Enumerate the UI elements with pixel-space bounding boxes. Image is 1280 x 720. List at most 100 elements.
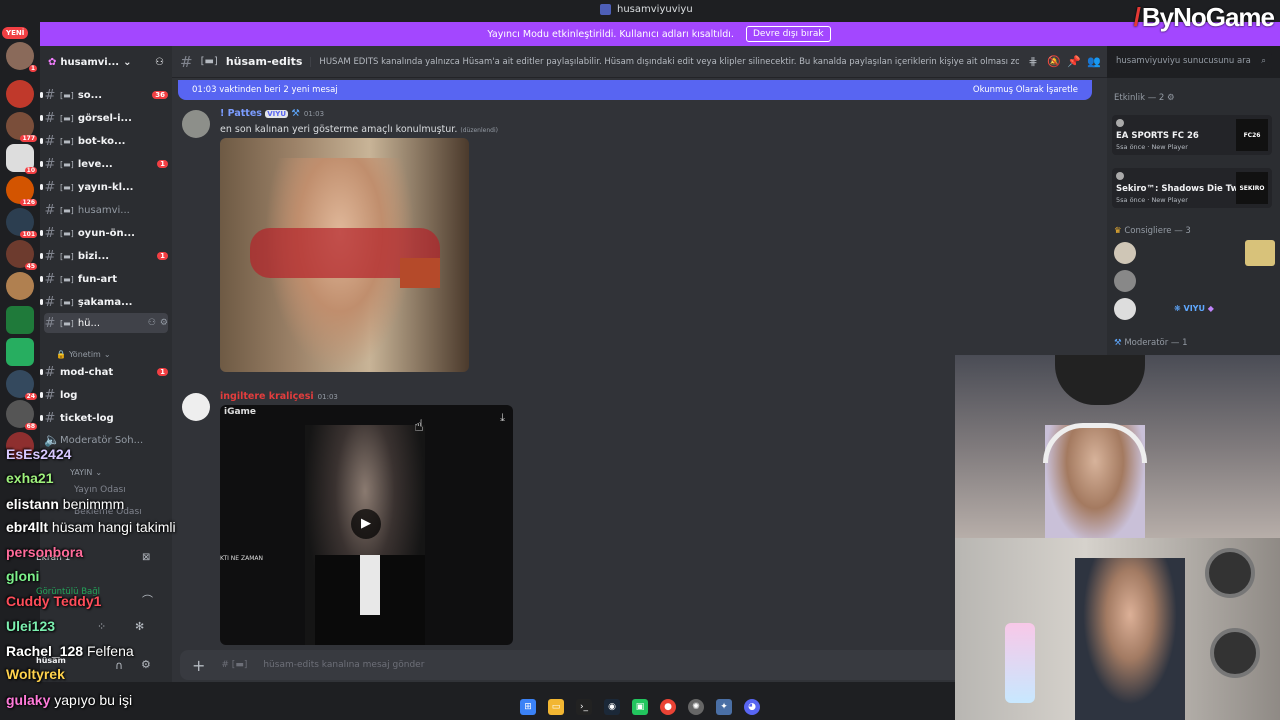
server-icon-3[interactable]: 177 [6,112,37,142]
channel-item[interactable]: # [▬] bot-ko... [40,131,168,151]
chrome-icon[interactable]: ● [660,699,676,715]
server-icon-2[interactable] [6,80,34,108]
server-icon-12[interactable]: 68 [6,400,37,430]
streamer-mode-banner: Yayıncı Modu etkinleştirildi. Kullanıcı … [38,22,1280,46]
message-image-attachment[interactable] [220,138,469,372]
channel-item[interactable]: # ticket-log [40,408,168,428]
server-icon-6[interactable]: 101 [6,208,37,238]
crown-icon: ♛ [1114,226,1122,236]
add-attachment-icon[interactable]: + [192,656,205,675]
member-avatar[interactable] [1114,270,1136,292]
stream-chat-user: exha21 [6,470,54,486]
steam-icon[interactable]: ◉ [604,699,620,715]
channel-topic[interactable]: HÜSAM EDİTS kanalında yalnızca Hüsam'a a… [310,56,1019,67]
avatar[interactable] [182,393,210,421]
terminal-icon[interactable]: ›_ [576,699,592,715]
avatar[interactable] [182,110,210,138]
unread-count-badge: 1 [157,252,168,260]
server-icon-1[interactable]: 1 [6,42,37,72]
play-button[interactable]: ▶ [351,509,381,539]
channel-item[interactable]: # [▬] husamvi... [44,200,168,220]
role-header-moderator: ⚒ Moderatör — 1 [1114,338,1188,348]
channel-item[interactable]: # [▬] hü... ⚇ ⚙ [44,313,168,333]
channel-item[interactable]: # [▬] bizi... 1 [40,246,168,266]
settings-icon[interactable]: ✺ [688,699,704,715]
headphones-icon[interactable]: ∩ [115,659,123,672]
category-yayin[interactable]: YAYIN⌄+ [70,466,184,479]
avatar [1116,172,1124,180]
timestamp: 01:03 [303,110,325,118]
channel-item[interactable]: # [▬] oyun-ön... [40,223,168,243]
channel-emoji-icon: [▬] [60,90,74,100]
windows-icon[interactable]: ⊞ [520,699,536,715]
streamer-webcam-2 [955,538,1280,720]
add-member-icon[interactable]: ⚇ [148,318,156,328]
pin-icon[interactable]: 📌 [1067,55,1081,68]
discord-icon[interactable]: ◕ [744,699,760,715]
message-author[interactable]: ! Pattes VIYU ⚒ 01:03 [220,108,324,119]
channel-item[interactable]: # log [40,385,168,405]
stream-chat-text: hüsam hangi takimli [51,519,176,535]
new-badge: YENİ [2,27,29,39]
channel-item[interactable]: # [▬] fun-art [40,269,168,289]
server-icon-10[interactable] [6,338,34,366]
channel-emoji-icon: [▬] [60,136,74,146]
channel-emoji-icon: [▬] [60,159,74,169]
member-list-icon[interactable]: 👥 [1087,55,1101,68]
new-messages-bar[interactable]: 01:03 vaktinden beri 2 yeni mesaj Okunmu… [178,80,1092,100]
channel-item[interactable]: # [▬] yayın-kl... [40,177,168,197]
hash-icon: # [44,179,56,195]
member-avatar[interactable] [1114,242,1136,264]
message-author[interactable]: ingiltere kraliçesi 01:03 [220,391,338,402]
taskbar: ⊞ ▭ ›_ ◉ ▣ ● ✺ ✦ ◕ [500,694,780,720]
activity-card[interactable]: EA SPORTS FC 26 5sa önce · New Player FC… [1112,115,1272,155]
hash-icon: # [44,156,56,172]
channel-item[interactable]: # [▬] şakama... [40,292,168,312]
server-icon-8[interactable] [6,272,34,300]
role-header-consigliere: ♛ Consigliere — 3 [1114,226,1191,236]
message-video-attachment[interactable]: iGame ⤓ KTI NE ZAMAN ▶ [220,405,513,645]
hash-icon: # [44,294,56,310]
threads-icon[interactable]: ⋕ [1027,55,1039,68]
streamer-webcam-1 [955,355,1280,538]
stream-chat-message: personbora [6,544,83,560]
channel-emoji-icon: [▬] [200,56,218,67]
disconnect-icon[interactable]: ⌒ [142,592,153,608]
channel-item[interactable]: # mod-chat 1 [40,362,168,382]
screen-share-close-icon[interactable]: ⊠ [142,552,150,563]
channel-item[interactable]: # [▬] leve... 1 [40,154,168,174]
server-icon-4[interactable]: 10 [6,144,37,174]
folder-icon[interactable]: ▭ [548,699,564,715]
stream-chat-user: Woltyrek [6,666,65,682]
search-input[interactable]: husamviyuviyu sunucusunu ara ⌕ [1110,52,1272,72]
channel-item[interactable]: # [▬] görsel-i... [40,108,168,128]
network-icon[interactable]: ✦ [716,699,732,715]
user-settings-gear-icon[interactable]: ⚙ [141,658,151,671]
soundboard-icon[interactable]: ✻ [135,620,144,633]
unread-count-badge: 1 [157,368,168,376]
server-icon-7[interactable]: 45 [6,240,37,270]
server-header[interactable]: ✿ husamvi... ⌄ ⚇ [40,46,172,78]
stream-chat-text: yapıyo bu işi [54,692,133,708]
add-member-icon[interactable]: ⚇ [155,57,164,68]
server-icon-11[interactable]: 24 [6,370,37,400]
notification-bell-icon[interactable]: 🔕 [1047,55,1061,68]
server-icon-5[interactable]: 126 [6,176,37,206]
gear-icon[interactable]: ⚙ [160,318,168,328]
stream-chat-message: Rachel_128 Felfena [6,643,134,659]
channel-item[interactable]: # [▬] so... 36 [40,85,168,105]
stream-chat-text: Felfena [86,643,134,659]
mark-as-read-button[interactable]: Okunmuş Olarak İşaretle [973,85,1078,95]
activity-card[interactable]: Sekiro™: Shadows Die Twice 5sa önce · Ne… [1112,168,1272,208]
app-icon[interactable]: ▣ [632,699,648,715]
hash-icon: # [44,110,56,126]
disable-streamer-mode-button[interactable]: Devre dışı bırak [745,26,831,42]
avatar [1116,119,1124,127]
activities-icon[interactable]: ⁘ [97,620,106,633]
channel-emoji-icon: [▬] [60,318,74,328]
member-banner [1245,240,1275,266]
banner-text: Yayıncı Modu etkinleştirildi. Kullanıcı … [487,28,734,40]
download-icon[interactable]: ⤓ [500,411,505,425]
member-avatar[interactable] [1114,298,1136,320]
server-icon-9[interactable] [6,306,34,334]
